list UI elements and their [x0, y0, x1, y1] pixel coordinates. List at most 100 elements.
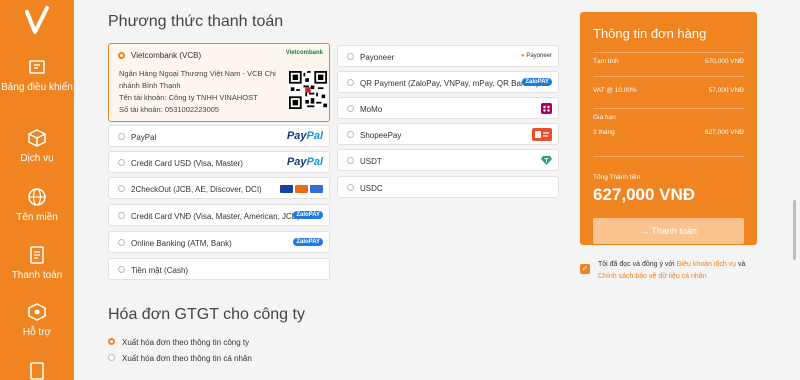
radio[interactable] — [347, 131, 354, 138]
radio[interactable] — [118, 185, 125, 192]
sidebar-item-support[interactable]: Hỗ trợ — [0, 301, 74, 339]
bank-details: Ngân Hàng Ngoại Thương Việt Nam - VCB Ch… — [119, 68, 289, 116]
payment-option-usdc[interactable]: USDC — [337, 176, 559, 198]
invoice-option-label: Xuất hóa đơn theo thông tin cá nhân — [122, 354, 252, 363]
vat-row: VAT @ 10.00% 57,000 VNĐ — [593, 87, 744, 94]
box-icon — [28, 129, 46, 147]
divider — [593, 76, 744, 77]
radio[interactable] — [347, 53, 354, 60]
payment-option-qr[interactable]: QR Payment (ZaloPay, VNPay, mPay, QR Ban… — [337, 71, 559, 93]
privacy-link[interactable]: Chính sách bảo vệ dữ liệu cá nhân — [598, 273, 707, 280]
vietcombank-logo: Vietcombank — [285, 50, 323, 56]
sidebar-item-billing[interactable]: Thanh toán — [0, 244, 74, 282]
radio[interactable] — [108, 354, 115, 361]
radio[interactable] — [347, 157, 354, 164]
total-value: 627,000 VNĐ — [593, 185, 696, 204]
scrollbar[interactable] — [793, 200, 796, 260]
radio[interactable] — [118, 239, 125, 246]
agree-checkbox[interactable]: ✓ — [580, 264, 590, 274]
radio-selected[interactable] — [108, 338, 115, 345]
payment-option-online-banking[interactable]: Online Banking (ATM, Bank) ZaloPAY — [108, 231, 330, 253]
invoice-option-label: Xuất hóa đơn theo thông tin công ty — [122, 338, 250, 347]
payment-option-credit-vnd[interactable]: Credit Card VNĐ (Visa, Master, American,… — [108, 204, 330, 226]
support-icon — [28, 303, 46, 321]
paypal-logo: PayPal — [286, 156, 323, 168]
payment-option-shopeepay[interactable]: ShopeePay — [337, 123, 559, 145]
payment-option-paypal[interactable]: PayPal PayPal — [108, 125, 330, 147]
renew-value: 627,000 VNĐ — [704, 129, 744, 136]
dashboard-icon — [29, 60, 45, 74]
billing-icon — [30, 246, 44, 264]
payment-option-usdt[interactable]: USDT — [337, 149, 559, 171]
sidebar-item-label: Hỗ trợ — [22, 327, 52, 338]
payment-option-label: Vietcombank (VCB) — [131, 51, 202, 60]
qr-code-icon — [289, 71, 327, 109]
payment-option-label: Tiền mặt (Cash) — [131, 266, 189, 275]
checkout-button[interactable]: → Thanh toán — [593, 218, 744, 244]
radio[interactable] — [118, 159, 125, 166]
invoice-option-personal[interactable]: Xuất hóa đơn theo thông tin cá nhân — [108, 354, 252, 363]
terms-link[interactable]: Điều khoản dịch vụ — [677, 261, 737, 268]
payment-option-cash[interactable]: Tiền mặt (Cash) — [108, 258, 330, 280]
document-icon — [30, 362, 44, 380]
renew-row: 3 tháng 627,000 VNĐ — [593, 129, 744, 136]
total-label: Tổng Thành tiền — [593, 174, 641, 181]
agreement-prefix: Tôi đã đọc và đồng ý với — [598, 261, 677, 268]
payment-option-label: Payoneer — [360, 53, 395, 62]
subtotal-row: Tạm tính 570,000 VNĐ — [593, 58, 744, 65]
radio[interactable] — [118, 212, 125, 219]
sidebar-item-dashboard[interactable]: Bảng điều khiển — [0, 56, 74, 94]
radio[interactable] — [118, 266, 125, 273]
payment-option-credit-usd[interactable]: Credit Card USD (Visa, Master) PayPal — [108, 151, 330, 173]
sidebar-item-more[interactable] — [0, 360, 74, 380]
divider — [593, 52, 744, 53]
payoneer-logo: ● Payoneer — [521, 53, 552, 59]
zalopay-logo: ZaloPAY — [293, 211, 323, 219]
payment-option-label: Credit Card USD (Visa, Master) — [131, 159, 243, 168]
globe-icon — [28, 188, 46, 206]
order-summary-panel: Thông tin đơn hàng Tạm tính 570,000 VNĐ … — [580, 12, 757, 245]
zalopay-logo: ZaloPAY — [293, 238, 323, 246]
vat-label: VAT @ 10.00% — [593, 87, 637, 94]
payment-methods-title: Phương thức thanh toán — [108, 13, 284, 30]
vat-value: 57,000 VNĐ — [708, 87, 744, 94]
radio[interactable] — [347, 79, 354, 86]
renew-term: 3 tháng — [593, 129, 615, 136]
bank-name: Ngân Hàng Ngoại Thương Việt Nam - VCB Ch… — [119, 69, 276, 90]
card-brands-icon — [278, 184, 323, 193]
payment-option-vcb[interactable]: Vietcombank (VCB) Vietcombank Ngân Hàng … — [108, 43, 330, 122]
sidebar-item-domains[interactable]: Tên miền — [0, 186, 74, 224]
payment-option-label: 2CheckOut (JCB, AE, Discover, DCI) — [131, 185, 262, 194]
payment-option-label: MoMo — [360, 105, 383, 114]
payment-option-label: PayPal — [131, 133, 157, 142]
radio-selected[interactable] — [118, 52, 125, 59]
sidebar-item-label: Thanh toán — [11, 270, 63, 281]
brand-logo-icon[interactable] — [23, 6, 51, 36]
radio[interactable] — [347, 184, 354, 191]
account-number: Số tài khoản: 0531002223005 — [119, 105, 220, 114]
radio[interactable] — [118, 133, 125, 140]
sidebar: Bảng điều khiển Dịch vụ Tên miền Thanh t… — [0, 0, 74, 380]
agreement-middle: và — [736, 261, 746, 268]
amex-icon — [310, 184, 323, 193]
shopeepay-icon — [532, 128, 552, 141]
payment-option-label: USDC — [360, 184, 383, 193]
payment-option-2checkout[interactable]: 2CheckOut (JCB, AE, Discover, DCI) — [108, 177, 330, 199]
divider — [593, 156, 744, 157]
payment-option-label: QR Payment (ZaloPay, VNPay, mPay, QR Ban… — [360, 79, 539, 88]
sidebar-item-label: Bảng điều khiển — [1, 82, 73, 93]
usdt-icon — [541, 156, 552, 165]
sidebar-item-services[interactable]: Dịch vụ — [0, 127, 74, 165]
zalopay-logo: ZaloPAY — [522, 78, 552, 86]
payment-option-payoneer[interactable]: Payoneer ● Payoneer — [337, 45, 559, 67]
divider — [593, 108, 744, 109]
agreement-text: Tôi đã đọc và đồng ý với Điều khoản dịch… — [598, 259, 765, 283]
renew-label: Gia hạn — [593, 114, 616, 121]
payment-option-label: Credit Card VNĐ (Visa, Master, American,… — [131, 212, 300, 221]
mastercard-icon — [295, 184, 308, 193]
radio[interactable] — [347, 105, 354, 112]
invoice-option-company[interactable]: Xuất hóa đơn theo thông tin công ty — [108, 338, 250, 347]
payment-option-label: Online Banking (ATM, Bank) — [131, 239, 232, 248]
subtotal-label: Tạm tính — [593, 58, 619, 65]
payment-option-momo[interactable]: MoMo — [337, 97, 559, 119]
